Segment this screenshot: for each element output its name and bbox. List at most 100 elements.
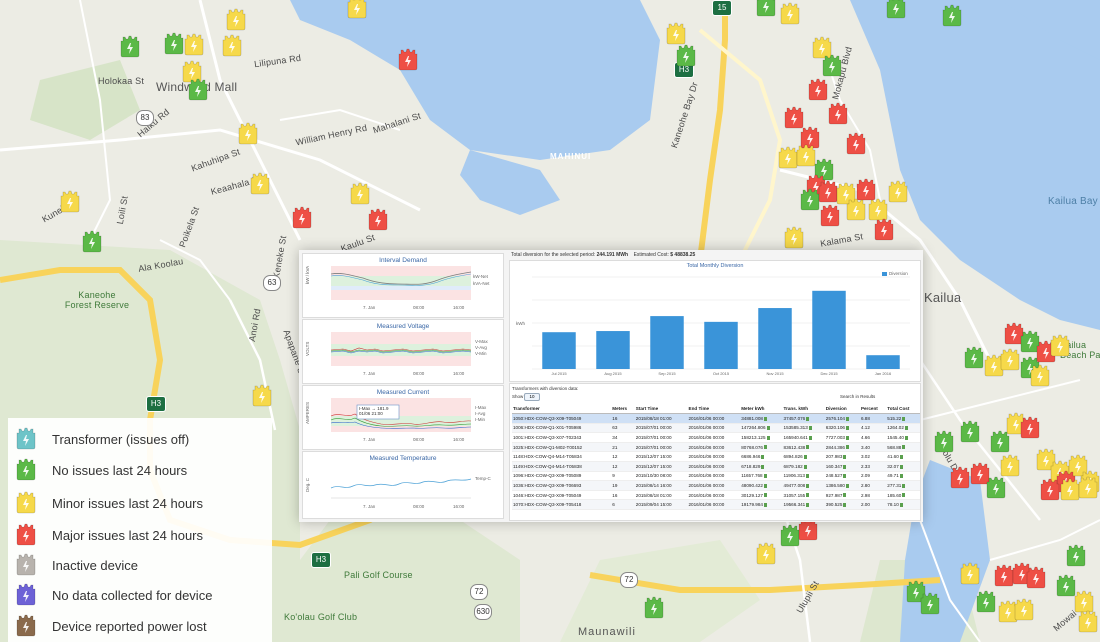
transformer-marker-icon[interactable]: [822, 54, 842, 78]
column-header[interactable]: Diversion: [824, 404, 860, 414]
column-header[interactable]: Start Time: [634, 404, 688, 414]
transformer-marker-icon[interactable]: [990, 430, 1010, 454]
transformer-marker-icon[interactable]: [1066, 544, 1086, 568]
transformer-marker-icon[interactable]: [1078, 476, 1098, 500]
transformer-marker-icon[interactable]: [368, 208, 388, 232]
voltage-chart[interactable]: [303, 320, 503, 383]
bar-0[interactable]: [542, 332, 576, 369]
transformer-marker-icon[interactable]: [82, 230, 102, 254]
column-header[interactable]: Percent: [859, 404, 887, 414]
transformer-marker-icon[interactable]: [934, 430, 954, 454]
transformer-marker-icon[interactable]: [1060, 478, 1080, 502]
table-row[interactable]: 1070:HDX-COW-Q3-X09-T05418 6 2015/09/04 15…: [512, 499, 920, 510]
column-header[interactable]: End Time: [687, 404, 741, 414]
bar-3[interactable]: [704, 321, 738, 369]
transformer-marker-icon[interactable]: [818, 180, 838, 204]
transformer-marker-icon[interactable]: [820, 204, 840, 228]
column-header[interactable]: Meter kWh: [740, 404, 783, 414]
transformer-marker-icon[interactable]: [756, 0, 776, 18]
current-chart[interactable]: [303, 386, 503, 449]
transformer-marker-icon[interactable]: [756, 542, 776, 566]
table-row[interactable]: 1096:HDX-COW-Q3-X09-T05089 9 2015/10/30 08…: [512, 471, 920, 482]
table-row[interactable]: 1001:HDX-COW-Q3-X07-T02343 34 2015/07/01 0…: [512, 432, 920, 443]
table-cell: 1096:HDX-COW-Q3-X09-T05089: [512, 471, 612, 482]
transformer-marker-icon[interactable]: [350, 182, 370, 206]
table-row[interactable]: 1046:HDX-COW-Q3-X09-T05049 16 2015/08/18 0…: [512, 490, 920, 501]
transformer-marker-icon[interactable]: [398, 48, 418, 72]
show-select[interactable]: 10: [524, 393, 540, 401]
transformer-marker-icon[interactable]: [252, 384, 272, 408]
table-row[interactable]: 1050:HDX-COW-Q3-X09-T05049 16 2015/08/18 0…: [512, 413, 920, 424]
transformer-marker-icon[interactable]: [60, 190, 80, 214]
transformer-marker-icon[interactable]: [856, 178, 876, 202]
table-row[interactable]: 1148:HDX-COW-Q4-M14-T05834 12 2015/12/07 1…: [512, 451, 920, 462]
transformer-marker-icon[interactable]: [1030, 364, 1050, 388]
legend-item: No data collected for device: [16, 582, 212, 608]
search-label[interactable]: Search in Results: [840, 394, 875, 399]
transformer-marker-icon[interactable]: [796, 144, 816, 168]
transformer-marker-icon[interactable]: [950, 466, 970, 490]
transformer-marker-icon[interactable]: [1000, 348, 1020, 372]
table-row[interactable]: 1149:HDX-COW-Q4-M14-T05838 12 2015/12/07 1…: [512, 461, 920, 472]
transformer-marker-icon[interactable]: [250, 172, 270, 196]
transformer-marker-icon[interactable]: [846, 132, 866, 156]
transformer-marker-icon[interactable]: [800, 188, 820, 212]
transformer-marker-icon[interactable]: [784, 226, 804, 250]
transformer-marker-icon[interactable]: [1026, 566, 1046, 590]
transformer-marker-icon[interactable]: [676, 44, 696, 68]
bar-2[interactable]: [650, 316, 684, 369]
temperature-chart[interactable]: [303, 452, 503, 518]
table-row[interactable]: 1036:HDX-COW-Q3-X09-T06693 19 2015/08/14 1…: [512, 480, 920, 491]
transformer-marker-icon[interactable]: [1050, 334, 1070, 358]
transformer-marker-icon[interactable]: [1056, 574, 1076, 598]
table-row[interactable]: 1006:HDX-COW-Q1-X01-T05986 63 2015/07/01 0…: [512, 423, 920, 434]
transformer-marker-icon[interactable]: [1040, 478, 1060, 502]
table-row[interactable]: 1025:HDX-COW-Q1-M02-T00152 21 2015/07/01 0…: [512, 442, 920, 453]
column-header[interactable]: Trans. kWh: [782, 404, 825, 414]
cell-value: 2015/07/01 00:00: [635, 425, 672, 431]
transformer-marker-icon[interactable]: [188, 78, 208, 102]
transformer-marker-icon[interactable]: [994, 564, 1014, 588]
transformer-marker-icon[interactable]: [888, 180, 908, 204]
transformer-marker-icon[interactable]: [808, 78, 828, 102]
transformer-marker-icon[interactable]: [886, 0, 906, 20]
bar-1[interactable]: [596, 331, 630, 369]
bar-5[interactable]: [812, 290, 846, 369]
legend-item: Device reported power lost: [16, 613, 207, 639]
transformer-marker-icon[interactable]: [1000, 454, 1020, 478]
transformer-marker-icon[interactable]: [942, 4, 962, 28]
bar-6[interactable]: [866, 355, 900, 369]
transformer-marker-icon[interactable]: [120, 35, 140, 59]
table-cell: 1001:HDX-COW-Q3-X07-T02343: [512, 432, 612, 443]
transformer-marker-icon[interactable]: [222, 34, 242, 58]
column-header[interactable]: Total Cost: [886, 404, 920, 414]
transformer-marker-icon[interactable]: [780, 2, 800, 26]
transformer-marker-icon[interactable]: [226, 8, 246, 32]
transformer-marker-icon[interactable]: [644, 596, 664, 620]
bar-4[interactable]: [758, 308, 792, 369]
column-header[interactable]: Meters: [611, 404, 635, 414]
transformer-marker-icon[interactable]: [964, 346, 984, 370]
transformer-marker-icon[interactable]: [238, 122, 258, 146]
transformer-marker-icon[interactable]: [778, 146, 798, 170]
transformer-marker-icon[interactable]: [920, 592, 940, 616]
transformer-marker-icon[interactable]: [184, 33, 204, 57]
transformer-marker-icon[interactable]: [960, 562, 980, 586]
transformer-marker-icon[interactable]: [986, 476, 1006, 500]
transformer-marker-icon[interactable]: [666, 22, 686, 46]
column-header[interactable]: Transformer: [512, 404, 612, 414]
transformer-marker-icon[interactable]: [874, 218, 894, 242]
transformer-marker-icon[interactable]: [164, 32, 184, 56]
transformer-marker-icon[interactable]: [347, 0, 367, 20]
transformer-marker-icon[interactable]: [292, 206, 312, 230]
transformer-marker-icon[interactable]: [1020, 416, 1040, 440]
monthly-diversion-chart[interactable]: Jul 2015 Aug 2015 Sep 2015 Oct 2015 Nov 2015…: [510, 261, 920, 381]
transformer-marker-icon[interactable]: [976, 590, 996, 614]
table-cell: 31057.155: [782, 490, 825, 501]
transformer-marker-icon[interactable]: [780, 524, 800, 548]
transformer-marker-icon[interactable]: [1078, 610, 1098, 634]
transformer-marker-icon[interactable]: [1014, 598, 1034, 622]
transformer-marker-icon[interactable]: [960, 420, 980, 444]
table-caption: Transformers with diversion data:: [512, 386, 579, 391]
transformer-marker-icon[interactable]: [828, 102, 848, 126]
